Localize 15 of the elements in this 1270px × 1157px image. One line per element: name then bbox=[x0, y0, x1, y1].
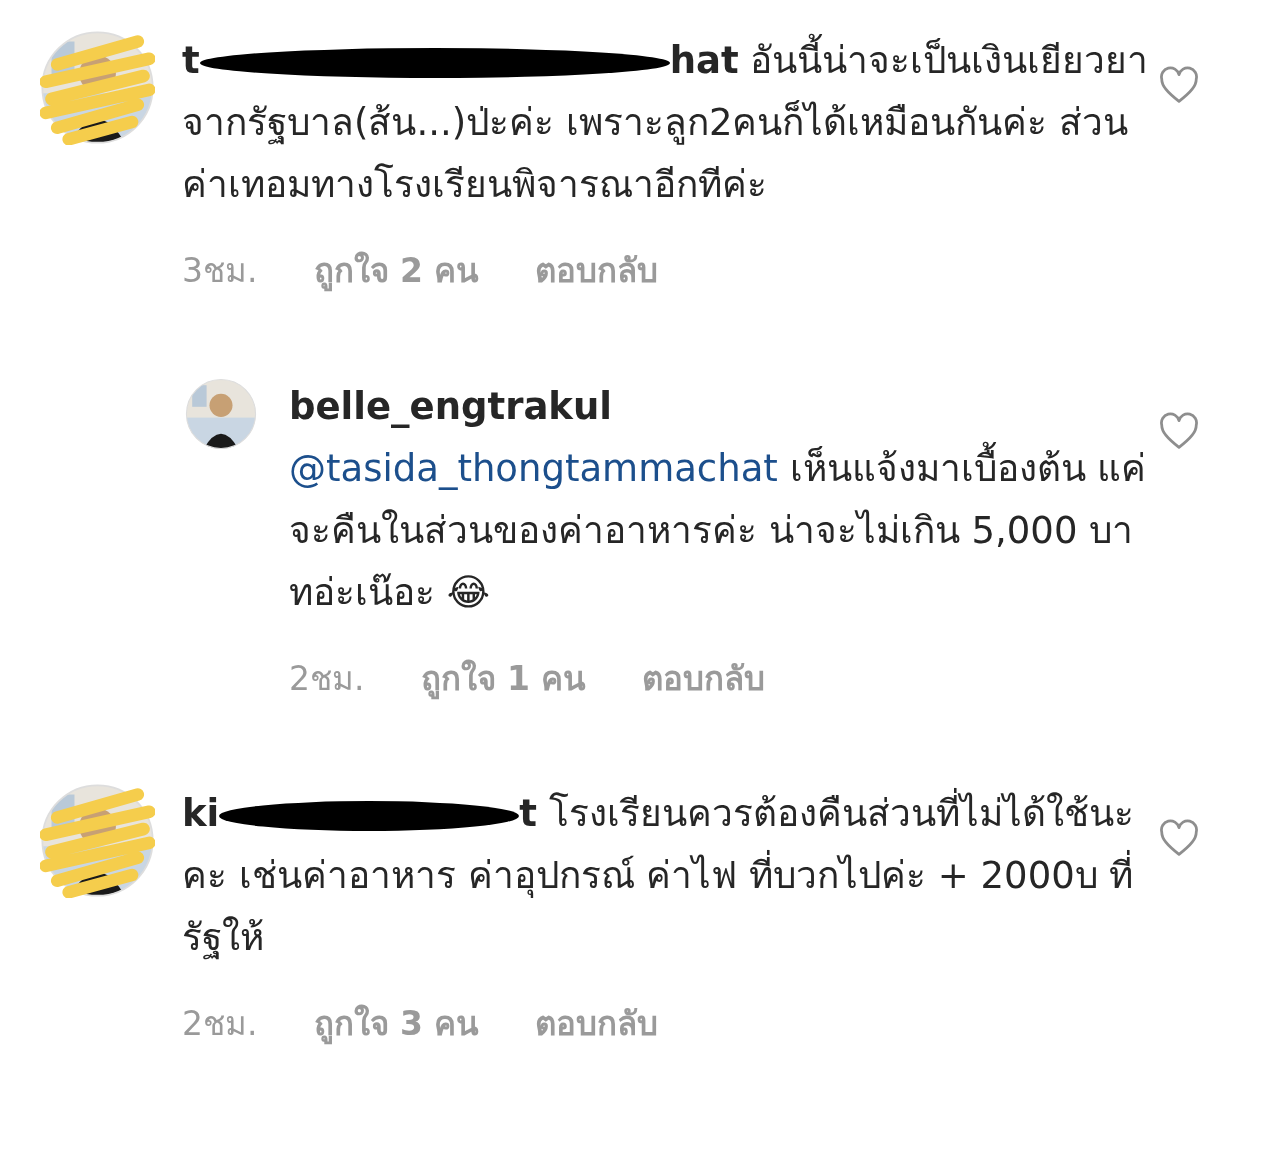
heart-icon[interactable] bbox=[1158, 66, 1200, 104]
mention-link[interactable]: @tasida_thongtammachat bbox=[289, 446, 778, 490]
comment-time: 3ชม. bbox=[182, 250, 258, 292]
comment-time: 2ชม. bbox=[182, 1003, 258, 1045]
heart-icon[interactable] bbox=[1158, 819, 1200, 857]
comment-text: belle_engtrakul @tasida_thongtammachat เห็นแจ้งมาเบื้องต้น แค่จะคืนในส่วนของค่าอาหารค่ะ น่าจะไม่เกิน 5,000 บาทอ่ะเน๊อะ 😂 bbox=[289, 375, 1158, 624]
username[interactable]: ki bbox=[182, 792, 220, 835]
username[interactable]: belle_engtrakul bbox=[289, 375, 1158, 438]
comment-text: t hat อันนี้น่าจะเป็นเงินเยียวยาจากรัฐบาล(ส้น...)ป่ะค่ะ เพราะลูก2คนก็ได้เหมือนกันค่ะ ส่วนค่าเทอมทางโรงเรียนพิจารณาอีกทีค่ะ bbox=[182, 30, 1158, 216]
username[interactable]: t bbox=[519, 792, 537, 835]
username[interactable]: hat bbox=[669, 39, 739, 82]
comment-text: ki t โรงเรียนควรต้องคืนส่วนที่ไม่ได้ใช้นะคะ เช่นค่าอาหาร ค่าอุปกรณ์ ค่าไฟ ที่บวกไปค่ะ + 2000บ ที่รัฐให้ bbox=[182, 783, 1158, 969]
heart-icon[interactable] bbox=[1158, 411, 1200, 450]
comment-time: 2ชม. bbox=[289, 657, 365, 700]
username[interactable]: t bbox=[182, 39, 200, 82]
